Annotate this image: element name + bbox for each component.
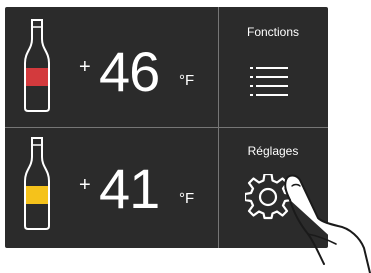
wine-bottle-icon <box>24 19 50 112</box>
reglages-label: Réglages <box>247 144 299 158</box>
zone-1-unit: °F <box>179 72 195 89</box>
zone-2-temperature: 41 <box>99 157 160 220</box>
hand-pointer-icon <box>284 174 371 273</box>
fonctions-label: Fonctions <box>246 25 300 39</box>
wine-bottle-icon <box>24 137 50 230</box>
zone-1-temperature: 46 <box>99 40 160 103</box>
zone-1-plus-sign: + <box>79 56 91 78</box>
zone-2-plus-sign: + <box>79 174 91 196</box>
menu-icon <box>250 67 288 96</box>
zone-2-unit: °F <box>179 190 195 207</box>
